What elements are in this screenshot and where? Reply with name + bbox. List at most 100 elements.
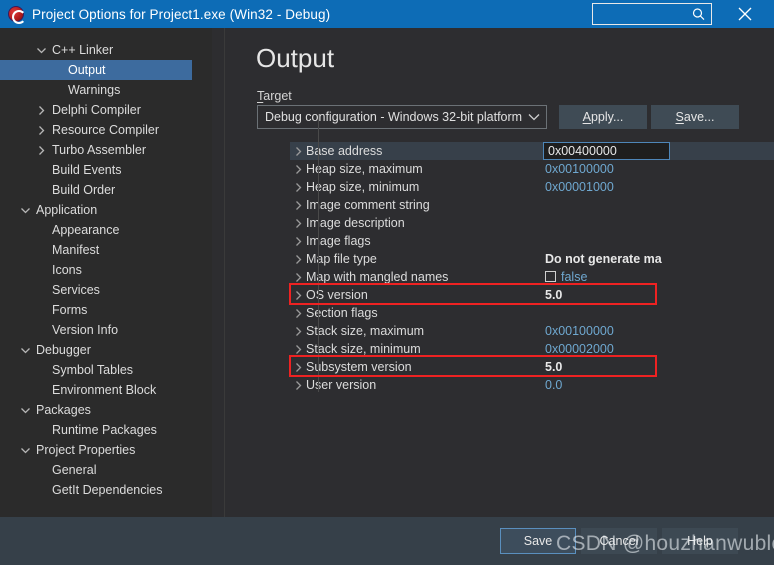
tree-twisty[interactable] [30, 465, 52, 476]
property-row[interactable]: Image flags [290, 232, 774, 250]
save-button[interactable]: Save [500, 528, 576, 554]
save-target-button[interactable]: Save... [651, 105, 739, 129]
checkbox-icon[interactable] [545, 271, 556, 282]
tree-twisty[interactable] [14, 445, 36, 456]
sidebar-item-label: Packages [36, 403, 91, 417]
tree-twisty[interactable] [30, 45, 52, 56]
sidebar-item-symbol-tables[interactable]: Symbol Tables [0, 360, 196, 380]
property-value[interactable]: Do not generate ma [545, 252, 662, 266]
tree-twisty[interactable] [30, 125, 52, 136]
tree-twisty[interactable] [30, 485, 52, 496]
property-row[interactable]: Image comment string [290, 196, 774, 214]
chevron-right-icon[interactable] [290, 218, 306, 229]
tree-twisty[interactable] [30, 28, 52, 36]
chevron-right-icon[interactable] [290, 362, 306, 373]
property-value[interactable]: 0x00100000 [545, 162, 614, 176]
property-value[interactable]: 0x00100000 [545, 324, 614, 338]
tree-twisty[interactable] [14, 345, 36, 356]
sidebar-item-manifest[interactable]: Manifest [0, 240, 196, 260]
tree-twisty[interactable] [30, 165, 52, 176]
sidebar-item-partial[interactable] [0, 28, 196, 40]
tree-twisty[interactable] [30, 245, 52, 256]
property-row[interactable]: Image description [290, 214, 774, 232]
tree-twisty[interactable] [30, 185, 52, 196]
tree-twisty[interactable] [30, 365, 52, 376]
search-input[interactable] [592, 3, 712, 25]
sidebar-item-icons[interactable]: Icons [0, 260, 196, 280]
sidebar-item-c-linker[interactable]: C++ Linker [0, 40, 196, 60]
property-row[interactable]: Stack size, minimum 0x00002000 [290, 340, 774, 358]
sidebar-item-appearance[interactable]: Appearance [0, 220, 196, 240]
cancel-button[interactable]: Cancel [581, 528, 657, 554]
chevron-right-icon[interactable] [290, 146, 306, 157]
tree-twisty[interactable] [46, 65, 68, 76]
tree-twisty[interactable] [14, 405, 36, 416]
tree-twisty[interactable] [30, 325, 52, 336]
property-row[interactable]: Map with mangled names false [290, 268, 774, 286]
property-value[interactable]: 0.0 [545, 378, 562, 392]
property-row[interactable]: Heap size, minimum 0x00001000 [290, 178, 774, 196]
chevron-right-icon[interactable] [290, 380, 306, 391]
property-row[interactable]: Heap size, maximum 0x00100000 [290, 160, 774, 178]
close-button[interactable] [724, 1, 766, 27]
sidebar-item-delphi-compiler[interactable]: Delphi Compiler [0, 100, 196, 120]
tree-twisty[interactable] [30, 305, 52, 316]
sidebar-item-version-info[interactable]: Version Info [0, 320, 196, 340]
property-row[interactable]: Subsystem version 5.0 [290, 358, 774, 376]
chevron-right-icon[interactable] [290, 326, 306, 337]
property-value[interactable]: 5.0 [545, 360, 562, 374]
tree-twisty[interactable] [30, 425, 52, 436]
chevron-right-icon[interactable] [290, 290, 306, 301]
property-value[interactable]: 0x00002000 [545, 342, 614, 356]
chevron-right-icon[interactable] [290, 236, 306, 247]
sidebar-item-build-order[interactable]: Build Order [0, 180, 196, 200]
sidebar-item-general[interactable]: General [0, 460, 196, 480]
tree-twisty[interactable] [46, 85, 68, 96]
property-row[interactable]: Base address 0x00400000 [290, 142, 774, 160]
property-row[interactable]: Map file type Do not generate ma [290, 250, 774, 268]
sidebar-item-output[interactable]: Output [0, 60, 192, 80]
tree-twisty[interactable] [30, 385, 52, 396]
sidebar-item-getit-dependencies[interactable]: GetIt Dependencies [0, 480, 196, 500]
property-value-input[interactable]: 0x00400000 [543, 142, 670, 160]
tree-twisty[interactable] [30, 285, 52, 296]
tree-twisty[interactable] [30, 105, 52, 116]
chevron-right-icon[interactable] [290, 200, 306, 211]
chevron-right-icon[interactable] [290, 272, 306, 283]
sidebar-item-application[interactable]: Application [0, 200, 196, 220]
tree-twisty[interactable] [30, 225, 52, 236]
sidebar-item-turbo-assembler[interactable]: Turbo Assembler [0, 140, 196, 160]
sidebar-item-warnings[interactable]: Warnings [0, 80, 196, 100]
tree-twisty[interactable] [30, 145, 52, 156]
property-grid-column-divider[interactable] [318, 114, 319, 392]
property-value[interactable]: false [545, 270, 587, 284]
chevron-right-icon[interactable] [290, 164, 306, 175]
tree-twisty[interactable] [30, 265, 52, 276]
chevron-right-icon[interactable] [290, 308, 306, 319]
sidebar-item-environment-block[interactable]: Environment Block [0, 380, 196, 400]
property-grid[interactable]: Base address 0x00400000 Heap size, maximum… [290, 142, 774, 422]
sidebar-item-packages[interactable]: Packages [0, 400, 196, 420]
sidebar-item-build-events[interactable]: Build Events [0, 160, 196, 180]
property-value[interactable]: 0x00001000 [545, 180, 614, 194]
sidebar-item-services[interactable]: Services [0, 280, 196, 300]
property-row[interactable]: Section flags [290, 304, 774, 322]
tree-twisty[interactable] [14, 205, 36, 216]
sidebar-item-resource-compiler[interactable]: Resource Compiler [0, 120, 196, 140]
sidebar-item-forms[interactable]: Forms [0, 300, 196, 320]
chevron-right-icon[interactable] [290, 182, 306, 193]
sidebar-item-debugger[interactable]: Debugger [0, 340, 196, 360]
property-row[interactable]: Stack size, maximum 0x00100000 [290, 322, 774, 340]
chevron-right-icon[interactable] [290, 344, 306, 355]
spacer-icon [36, 305, 47, 316]
target-dropdown[interactable]: Debug configuration - Windows 32-bit pla… [257, 105, 547, 129]
options-sidebar[interactable]: C++ Linker Output Warnings Delphi Compiler R… [0, 28, 212, 517]
help-button[interactable]: Help [662, 528, 738, 554]
property-row[interactable]: OS version 5.0 [290, 286, 774, 304]
apply-button[interactable]: Apply... [559, 105, 647, 129]
property-row[interactable]: User version 0.0 [290, 376, 774, 394]
chevron-right-icon[interactable] [290, 254, 306, 265]
property-value[interactable]: 5.0 [545, 288, 562, 302]
sidebar-item-runtime-packages[interactable]: Runtime Packages [0, 420, 196, 440]
sidebar-item-project-properties[interactable]: Project Properties [0, 440, 196, 460]
